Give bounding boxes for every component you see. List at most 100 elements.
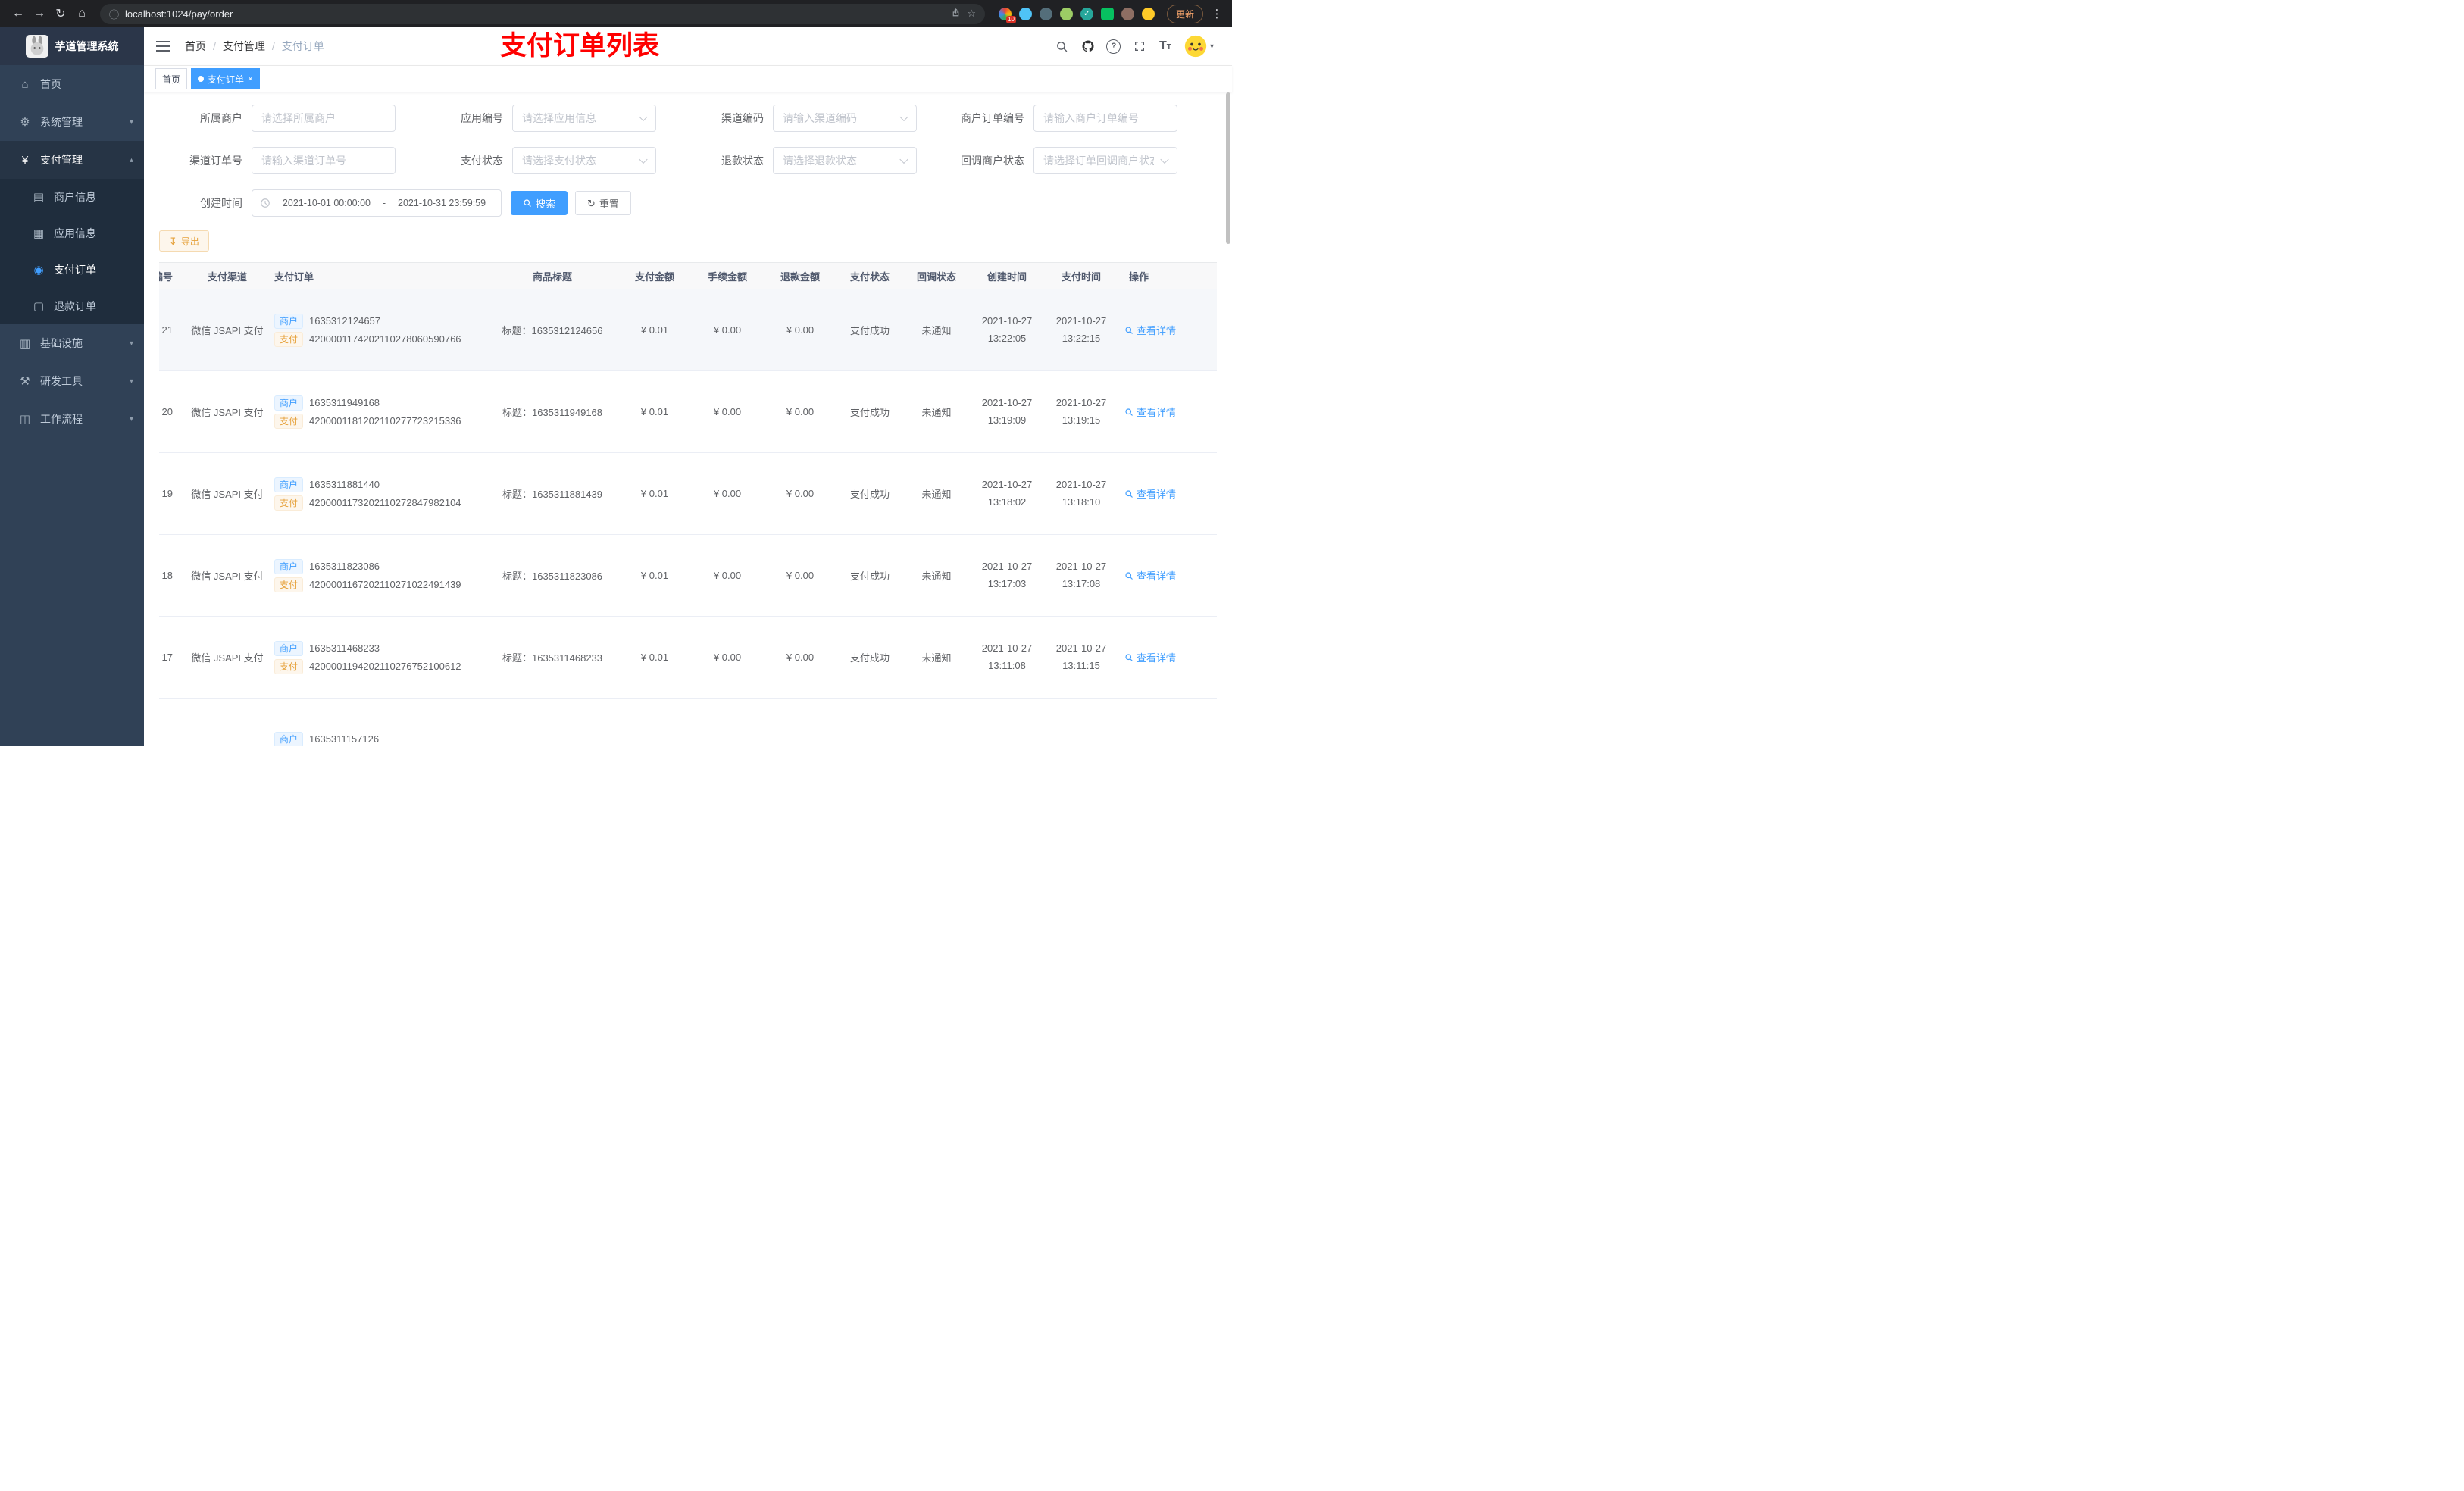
fullscreen-icon[interactable] — [1127, 27, 1152, 65]
browser-home-icon[interactable]: ⌂ — [71, 7, 92, 20]
refund-status-select[interactable] — [773, 147, 917, 174]
avatar-image — [1184, 35, 1207, 58]
export-button[interactable]: ↧ 导出 — [159, 230, 209, 252]
merchant-order-no-label: 商户订单编号 — [961, 112, 1024, 124]
chevron-down-icon: ▾ — [129, 414, 133, 424]
search-icon — [1125, 408, 1133, 416]
view-detail-link[interactable]: 查看详情 — [1124, 650, 1176, 664]
channel-code-label: 渠道编码 — [721, 112, 764, 124]
profile-avatar-icon[interactable] — [1141, 7, 1155, 20]
tools-icon: ⚒ — [20, 375, 30, 388]
yen-icon: ¥ — [21, 153, 29, 167]
sidebar-item-infrastructure[interactable]: ▥ 基础设施 ▾ — [0, 324, 144, 362]
app-title: 芋道管理系统 — [55, 40, 119, 52]
browser-toolbar: ← → ↻ ⌂ ⓘ localhost:1024/pay/order ☆ 10 … — [0, 0, 1232, 27]
site-info-icon[interactable]: ⓘ — [109, 7, 119, 21]
extension-icon[interactable] — [1059, 7, 1073, 20]
extension-icon[interactable]: ✓ — [1080, 7, 1093, 20]
pay-tag: 支付 — [274, 495, 304, 511]
table-row: 19 微信 JSAPI 支付 商户 1635311881440 支付 4200001… — [159, 452, 1217, 535]
sidebar-item-refund-order[interactable]: ▢ 退款订单 — [0, 288, 144, 324]
target-icon: ◉ — [33, 264, 44, 277]
reset-button[interactable]: ↻ 重置 — [575, 191, 631, 215]
view-detail-link[interactable]: 查看详情 — [1124, 405, 1176, 419]
sidebar-item-system[interactable]: ⚙ 系统管理 ▾ — [0, 103, 144, 141]
notify-status-label: 回调商户状态 — [961, 155, 1024, 167]
date-start-value: 2021-10-01 00:00:00 — [282, 198, 371, 208]
extension-icon[interactable]: 10 — [998, 7, 1016, 23]
table-header-row: 编号 支付渠道 支付订单 商品标题 支付金额 手续金额 退款金额 支付状态 回调… — [159, 262, 1217, 289]
workflow-icon: ◫ — [19, 413, 31, 426]
sidebar: 芋道管理系统 ⌂ 首页 ⚙ 系统管理 ▾ ¥ 支付管理 ▴ ▤ 商户信息 ▦ 应… — [0, 27, 144, 746]
logo-rabbit-icon — [25, 35, 48, 58]
breadcrumb-home[interactable]: 首页 — [185, 39, 206, 54]
tab-pay-order[interactable]: 支付订单 × — [191, 68, 261, 89]
pay-tag: 支付 — [274, 413, 304, 429]
merchant-tag: 商户 — [274, 640, 304, 656]
app-select[interactable] — [512, 105, 656, 132]
search-icon — [1125, 489, 1133, 498]
extension-icon[interactable] — [1121, 7, 1134, 20]
pay-tag: 支付 — [274, 577, 304, 592]
github-icon[interactable] — [1075, 27, 1101, 65]
view-detail-link[interactable]: 查看详情 — [1124, 486, 1176, 501]
url-text[interactable]: localhost:1024/pay/order — [125, 8, 945, 20]
pay-tag: 支付 — [274, 658, 304, 674]
view-detail-link[interactable]: 查看详情 — [1124, 568, 1176, 583]
sidebar-item-workflow[interactable]: ◫ 工作流程 ▾ — [0, 400, 144, 438]
create-time-label: 创建时间 — [200, 197, 242, 209]
tab-home[interactable]: 首页 — [155, 68, 188, 89]
active-dot — [198, 76, 205, 82]
sidebar-item-home[interactable]: ⌂ 首页 — [0, 65, 144, 103]
font-size-icon[interactable]: TT — [1152, 27, 1178, 65]
view-detail-link[interactable]: 查看详情 — [1124, 323, 1176, 337]
navbar: 首页 / 支付管理 / 支付订单 支付订单列表 ? T T ▾ — [144, 27, 1232, 66]
browser-back-icon[interactable]: ← — [8, 7, 29, 20]
user-avatar[interactable]: ▾ — [1178, 35, 1220, 58]
bookmark-star-icon[interactable]: ☆ — [967, 8, 976, 20]
notify-status-select[interactable] — [1033, 147, 1177, 174]
page-content: 所属商户 应用编号 渠道编码 商户订单编号 渠 — [144, 92, 1232, 746]
extensions-cluster: 10 ✓ — [993, 7, 1161, 23]
scrollbar-thumb[interactable] — [1226, 92, 1230, 244]
pay-status-select[interactable] — [512, 147, 656, 174]
browser-menu-icon[interactable]: ⋮ — [1209, 7, 1224, 20]
caret-down-icon: ▾ — [1209, 42, 1214, 51]
browser-update-button[interactable]: 更新 — [1166, 4, 1203, 23]
sidebar-item-dev-tools[interactable]: ⚒ 研发工具 ▾ — [0, 362, 144, 400]
extension-icon[interactable] — [1100, 7, 1114, 20]
browser-forward-icon[interactable]: → — [29, 7, 50, 20]
extension-icon[interactable] — [1039, 7, 1052, 20]
search-icon[interactable] — [1049, 27, 1075, 65]
sidebar-item-pay-order[interactable]: ◉ 支付订单 — [0, 252, 144, 288]
sidebar-toggle-icon[interactable] — [156, 41, 170, 52]
search-button[interactable]: 搜索 — [511, 191, 568, 215]
close-icon[interactable]: × — [248, 74, 253, 83]
merchant-input[interactable] — [252, 105, 396, 132]
channel-order-no-input[interactable] — [252, 147, 396, 174]
sidebar-item-payment[interactable]: ¥ 支付管理 ▴ — [0, 141, 144, 179]
table-row: 18 微信 JSAPI 支付 商户 1635311823086 支付 4200001… — [159, 534, 1217, 617]
refund-status-label: 退款状态 — [721, 155, 764, 167]
extension-icon[interactable] — [1018, 7, 1032, 20]
app-label: 应用编号 — [461, 112, 503, 124]
document-icon: ▢ — [33, 300, 45, 313]
table-row: 20 微信 JSAPI 支付 商户 1635311949168 支付 4200001… — [159, 370, 1217, 453]
address-bar[interactable]: ⓘ localhost:1024/pay/order ☆ — [100, 3, 985, 24]
sidebar-item-merchant-info[interactable]: ▤ 商户信息 — [0, 179, 144, 215]
chevron-down-icon: ▾ — [129, 339, 133, 348]
share-icon[interactable] — [951, 8, 961, 20]
docs-question-icon[interactable]: ? — [1101, 27, 1127, 65]
app-logo[interactable]: 芋道管理系统 — [0, 27, 144, 65]
sidebar-item-app-info[interactable]: ▦ 应用信息 — [0, 215, 144, 252]
merchant-order-no-input[interactable] — [1033, 105, 1177, 132]
channel-order-no-label: 渠道订单号 — [189, 155, 242, 167]
breadcrumb-payment[interactable]: 支付管理 — [223, 39, 265, 54]
create-time-range-picker[interactable]: 2021-10-01 00:00:00 - 2021-10-31 23:59:5… — [252, 189, 502, 217]
browser-reload-icon[interactable]: ↻ — [50, 6, 71, 21]
table-row: 17 微信 JSAPI 支付 商户 1635311468233 支付 4200001… — [159, 616, 1217, 699]
merchant-label: 所属商户 — [200, 112, 242, 124]
extension-badge: 10 — [1006, 15, 1016, 23]
channel-code-select[interactable] — [773, 105, 917, 132]
home-icon: ⌂ — [21, 77, 29, 91]
